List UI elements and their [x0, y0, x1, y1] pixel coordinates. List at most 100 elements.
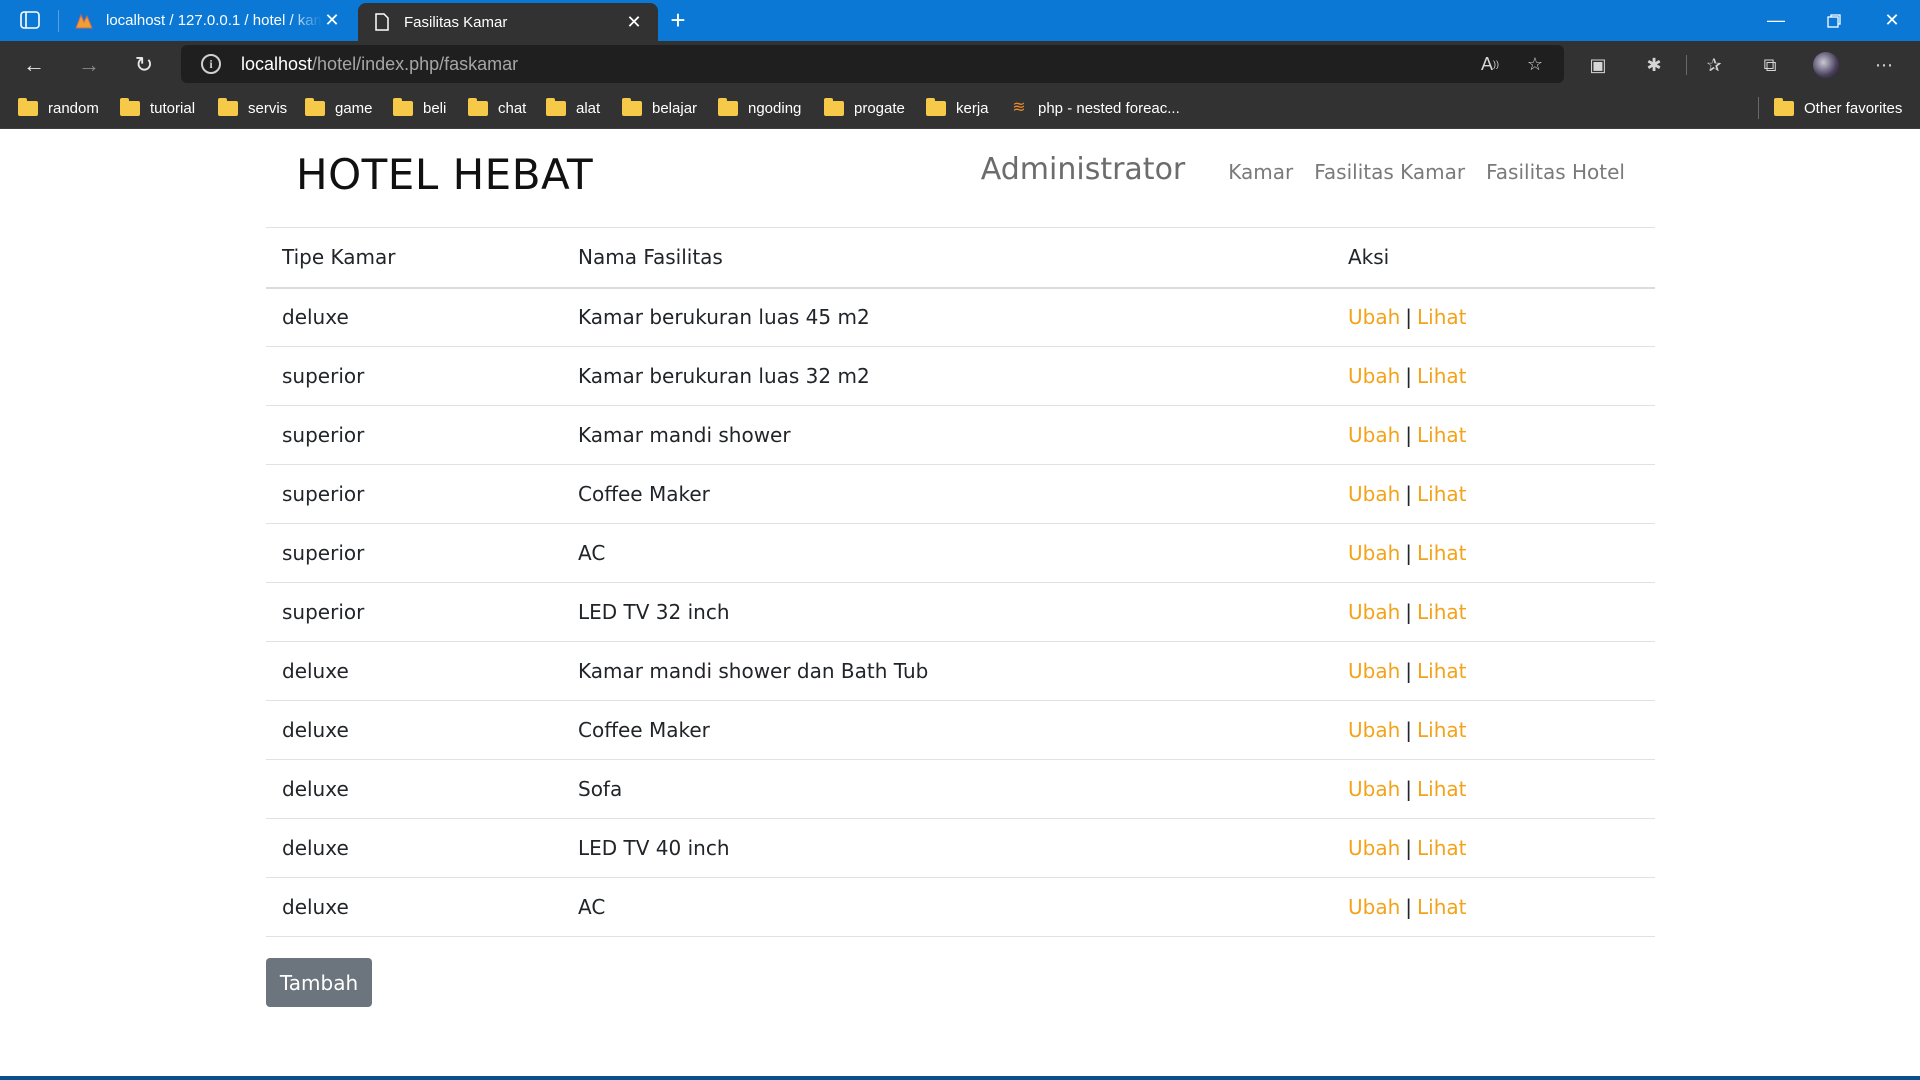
bookmark-folder[interactable]: ngoding	[718, 95, 801, 121]
bookmark-folder[interactable]: progate	[824, 95, 905, 121]
url-text[interactable]: localhost/hotel/index.php/faskamar	[241, 54, 518, 75]
nav-administrator[interactable]: Administrator	[981, 152, 1186, 187]
folder-icon	[218, 97, 238, 116]
bookmark-link[interactable]: ≋ php - nested foreac...	[1010, 95, 1179, 121]
view-link[interactable]: Lihat	[1417, 482, 1466, 506]
bookmark-label: Other favorites	[1804, 99, 1903, 117]
more-options-icon[interactable]: ⋯	[1870, 51, 1898, 79]
edit-link[interactable]: Ubah	[1348, 305, 1400, 329]
view-link[interactable]: Lihat	[1417, 305, 1466, 329]
cell-nama-fasilitas: LED TV 40 inch	[562, 818, 1332, 878]
tab-divider	[58, 10, 59, 32]
back-icon[interactable]: ←	[18, 49, 50, 81]
other-favorites[interactable]: Other favorites	[1774, 95, 1902, 121]
cell-aksi: Ubah | Lihat	[1332, 287, 1655, 347]
edit-link[interactable]: Ubah	[1348, 836, 1400, 860]
cell-nama-fasilitas: AC	[562, 877, 1332, 937]
view-link[interactable]: Lihat	[1417, 541, 1466, 565]
cell-nama-fasilitas: LED TV 32 inch	[562, 582, 1332, 642]
table-row: deluxe Coffee Maker Ubah | Lihat	[266, 700, 1655, 760]
edit-link[interactable]: Ubah	[1348, 423, 1400, 447]
edit-link[interactable]: Ubah	[1348, 718, 1400, 742]
action-separator: |	[1405, 482, 1413, 506]
profile-avatar[interactable]	[1812, 51, 1840, 79]
brand-title[interactable]: HOTEL HEBAT	[296, 150, 593, 199]
reload-icon[interactable]: ↻	[128, 49, 160, 81]
cell-aksi: Ubah | Lihat	[1332, 641, 1655, 701]
close-icon[interactable]: ✕	[624, 12, 644, 32]
toolbar-divider	[1686, 55, 1687, 75]
bookmark-folder[interactable]: chat	[468, 95, 526, 121]
phpmyadmin-icon	[74, 11, 94, 31]
edit-link[interactable]: Ubah	[1348, 600, 1400, 624]
favorites-icon[interactable]: ✰	[1700, 51, 1728, 79]
add-favorite-icon[interactable]: ☆	[1521, 50, 1549, 78]
cell-tipe-kamar: superior	[266, 523, 562, 583]
bookmark-folder[interactable]: kerja	[926, 95, 989, 121]
edit-link[interactable]: Ubah	[1348, 659, 1400, 683]
view-link[interactable]: Lihat	[1417, 364, 1466, 388]
edit-link[interactable]: Ubah	[1348, 482, 1400, 506]
bookmark-label: servis	[248, 99, 288, 117]
bookmark-label: chat	[498, 99, 527, 117]
bookmark-folder[interactable]: belajar	[622, 95, 697, 121]
bookmark-folder[interactable]: random	[18, 95, 99, 121]
extensions-icon[interactable]: ✱	[1640, 51, 1668, 79]
cell-aksi: Ubah | Lihat	[1332, 877, 1655, 937]
read-aloud-icon[interactable]: A))	[1476, 50, 1504, 78]
close-window-icon[interactable]: ✕	[1864, 0, 1920, 41]
new-tab-icon[interactable]: +	[664, 7, 692, 35]
edit-link[interactable]: Ubah	[1348, 777, 1400, 801]
bookmark-folder[interactable]: servis	[218, 95, 287, 121]
collections-icon[interactable]: ▣	[1584, 51, 1612, 79]
table-row: deluxe Kamar berukuran luas 45 m2 Ubah | Lih…	[266, 287, 1655, 347]
bookmark-folder[interactable]: beli	[393, 95, 446, 121]
site-info-icon[interactable]: i	[201, 54, 221, 74]
cell-aksi: Ubah | Lihat	[1332, 464, 1655, 524]
close-icon[interactable]: ✕	[322, 10, 342, 31]
action-separator: |	[1405, 600, 1413, 624]
browser-tab-bar: localhost / 127.0.0.1 / hotel / kamar ✕ …	[0, 0, 1920, 41]
column-header-fasilitas: Nama Fasilitas	[562, 227, 1332, 289]
table-row: superior LED TV 32 inch Ubah | Lihat	[266, 582, 1655, 642]
address-bar[interactable]: i localhost/hotel/index.php/faskamar A))…	[181, 45, 1564, 83]
cell-nama-fasilitas: Coffee Maker	[562, 464, 1332, 524]
action-separator: |	[1405, 718, 1413, 742]
view-link[interactable]: Lihat	[1417, 718, 1466, 742]
edit-link[interactable]: Ubah	[1348, 541, 1400, 565]
bookmark-label: alat	[576, 99, 601, 117]
folder-icon	[305, 97, 325, 116]
nav-kamar[interactable]: Kamar	[1228, 160, 1293, 184]
forward-icon[interactable]: →	[73, 49, 105, 81]
view-link[interactable]: Lihat	[1417, 895, 1466, 919]
action-separator: |	[1405, 305, 1413, 330]
view-link[interactable]: Lihat	[1417, 423, 1466, 447]
tab-fasilitas-kamar[interactable]: Fasilitas Kamar ✕	[358, 3, 658, 41]
view-link[interactable]: Lihat	[1417, 777, 1466, 801]
view-link[interactable]: Lihat	[1417, 600, 1466, 624]
bookmark-folder[interactable]: tutorial	[120, 95, 195, 121]
view-link[interactable]: Lihat	[1417, 836, 1466, 860]
cell-nama-fasilitas: Kamar berukuran luas 32 m2	[562, 346, 1332, 406]
folder-icon	[926, 97, 946, 116]
tab-collections-icon[interactable]: ⧉	[1756, 51, 1784, 79]
edit-link[interactable]: Ubah	[1348, 364, 1400, 388]
nav-fasilitas-kamar[interactable]: Fasilitas Kamar	[1314, 160, 1465, 184]
view-link[interactable]: Lihat	[1417, 659, 1466, 683]
edit-link[interactable]: Ubah	[1348, 895, 1400, 919]
column-header-aksi: Aksi	[1332, 227, 1655, 289]
tab-phpmyadmin[interactable]: localhost / 127.0.0.1 / hotel / kamar ✕	[60, 0, 356, 41]
bookmark-folder[interactable]: alat	[546, 95, 600, 121]
restore-icon[interactable]	[1806, 0, 1862, 41]
minimize-icon[interactable]: —	[1748, 0, 1804, 41]
bookmark-folder[interactable]: game	[305, 95, 373, 121]
bookmark-label: ngoding	[748, 99, 802, 117]
add-button[interactable]: Tambah	[266, 958, 372, 1007]
nav-fasilitas-hotel[interactable]: Fasilitas Hotel	[1486, 160, 1625, 184]
folder-icon	[468, 97, 488, 116]
cell-nama-fasilitas: Coffee Maker	[562, 700, 1332, 760]
tab-actions-icon[interactable]	[12, 8, 48, 32]
bookmark-label: belajar	[652, 99, 698, 117]
table-row: deluxe LED TV 40 inch Ubah | Lihat	[266, 818, 1655, 878]
cell-tipe-kamar: deluxe	[266, 877, 562, 937]
